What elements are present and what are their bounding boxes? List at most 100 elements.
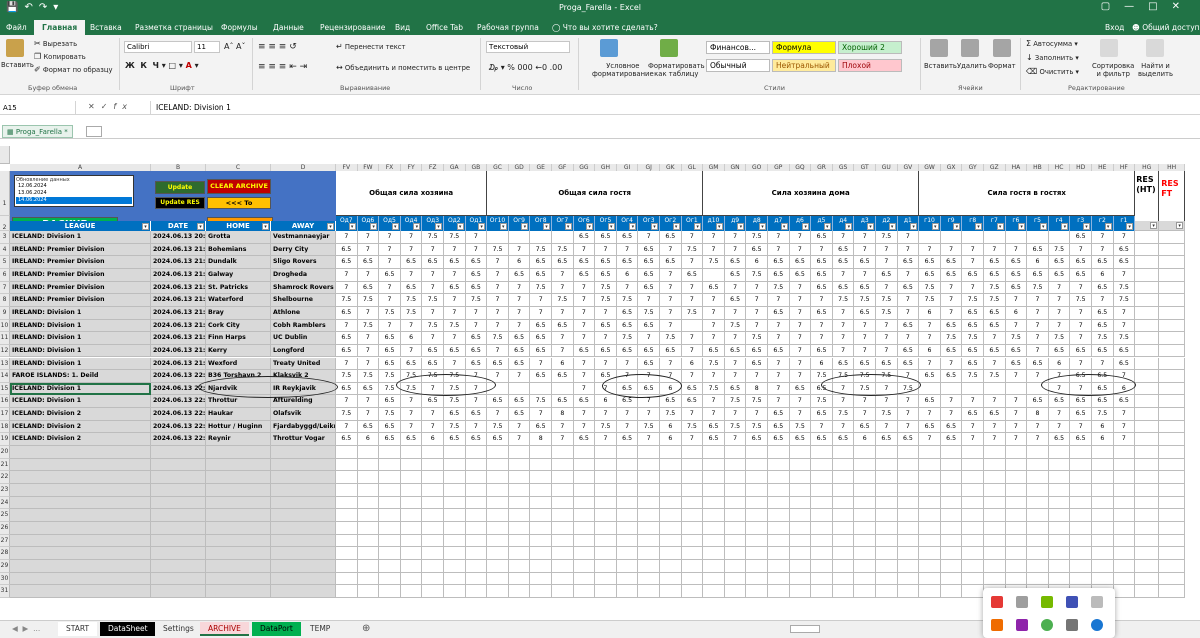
cell-home[interactable]: Grotta: [206, 231, 271, 244]
cell-value[interactable]: 7: [357, 357, 380, 371]
filter-dropdown-icon[interactable]: ▾: [197, 223, 204, 230]
empty-cell[interactable]: [724, 496, 747, 510]
cell-value[interactable]: 7: [962, 433, 984, 447]
update-date-list[interactable]: Обновление данных 12.06.2024 13.06.2024 14.…: [14, 175, 134, 207]
filter-dropdown-icon[interactable]: ▾: [348, 223, 356, 230]
column-subheader[interactable]: Од5 ▾: [379, 216, 401, 231]
cell-value[interactable]: 6.5: [1027, 395, 1049, 409]
empty-cell[interactable]: [151, 572, 206, 586]
cell-result[interactable]: [1135, 281, 1160, 295]
cell-value[interactable]: 7.5: [444, 420, 466, 434]
cell-value[interactable]: 7: [940, 408, 963, 421]
column-subheader[interactable]: Од7 ▾: [336, 216, 358, 231]
cell-value[interactable]: 6.5: [595, 344, 617, 358]
cell-value[interactable]: 7: [940, 281, 963, 295]
cell-date[interactable]: 2024.06.13 20:30: [151, 231, 206, 244]
empty-cell[interactable]: [832, 585, 855, 598]
empty-cell[interactable]: [595, 446, 617, 459]
column-header[interactable]: GT: [854, 164, 876, 171]
cell-value[interactable]: 7: [811, 420, 833, 434]
empty-cell[interactable]: [919, 534, 941, 548]
cell-value[interactable]: 6.5: [357, 256, 380, 269]
empty-cell[interactable]: [1135, 559, 1160, 573]
row-header[interactable]: 25: [0, 509, 10, 522]
empty-cell[interactable]: [811, 446, 833, 459]
cell-date[interactable]: 2024.06.13 21:45: [151, 281, 206, 295]
format-cells-button[interactable]: Формат: [988, 62, 1016, 70]
cell-value[interactable]: 7: [681, 231, 704, 244]
empty-cell[interactable]: [10, 496, 151, 510]
cell-value[interactable]: 7.5: [400, 294, 423, 307]
cell-value[interactable]: 7: [724, 231, 747, 244]
empty-cell[interactable]: [681, 509, 704, 522]
cell-value[interactable]: 7: [681, 294, 704, 307]
cell-value[interactable]: 7: [660, 294, 682, 307]
empty-cell[interactable]: [465, 521, 488, 535]
cell-value[interactable]: 7: [1027, 344, 1049, 358]
empty-cell[interactable]: [595, 572, 617, 586]
cell-value[interactable]: 6.5: [854, 281, 876, 295]
cell-value[interactable]: 7: [422, 281, 444, 295]
cell-date[interactable]: 2024.06.13 22:15: [151, 420, 206, 434]
empty-cell[interactable]: [746, 585, 768, 598]
cell-value[interactable]: 6.5: [1027, 268, 1049, 282]
cell-value[interactable]: 7: [854, 268, 876, 282]
cell-result[interactable]: [1159, 408, 1186, 421]
empty-cell[interactable]: [1048, 521, 1071, 535]
cell-value[interactable]: 7: [530, 408, 552, 421]
cell-value[interactable]: 6.5: [379, 268, 401, 282]
cell-value[interactable]: 7: [832, 420, 855, 434]
cell-value[interactable]: 6.5: [1027, 357, 1049, 371]
empty-cell[interactable]: [10, 521, 151, 535]
cell-value[interactable]: 7.5: [919, 294, 941, 307]
add-sheet-button[interactable]: ⊕: [354, 622, 378, 636]
cell-value[interactable]: 7: [984, 332, 1006, 345]
cell-league[interactable]: IRELAND: Premier Division: [10, 243, 151, 257]
cell-value[interactable]: 7: [465, 306, 488, 320]
cell-value[interactable]: 7: [487, 281, 509, 295]
cell-value[interactable]: 6.5: [487, 433, 509, 447]
empty-cell[interactable]: [400, 509, 423, 522]
cell-value[interactable]: 6.5: [1048, 344, 1071, 358]
empty-cell[interactable]: [746, 496, 768, 510]
empty-cell[interactable]: [487, 521, 509, 535]
style-formula[interactable]: Формула: [772, 41, 836, 54]
cell-value[interactable]: 7: [746, 319, 768, 333]
cell-value[interactable]: 6: [919, 306, 941, 320]
cell-home[interactable]: Hottur / Huginn: [206, 420, 271, 434]
empty-cell[interactable]: [703, 471, 725, 484]
empty-cell[interactable]: [379, 572, 401, 586]
column-header[interactable]: GK: [660, 164, 682, 171]
empty-cell[interactable]: [984, 446, 1006, 459]
cell-away[interactable]: Throttur Vogar: [271, 433, 336, 447]
column-header[interactable]: GQ: [789, 164, 812, 171]
filter-dropdown-icon[interactable]: ▾: [1150, 222, 1158, 229]
cell-value[interactable]: 7: [616, 408, 639, 421]
column-subheader[interactable]: Ог4 ▾: [616, 216, 639, 231]
empty-cell[interactable]: [746, 509, 768, 522]
formula-input[interactable]: ICELAND: Division 1: [150, 101, 1190, 115]
empty-cell[interactable]: [1135, 446, 1160, 459]
cell-value[interactable]: 6.5: [724, 344, 747, 358]
cell-value[interactable]: 7: [854, 319, 876, 333]
empty-cell[interactable]: [789, 496, 812, 510]
cell-value[interactable]: 7: [854, 243, 876, 257]
clear-button[interactable]: ⌫ Очистить ▾: [1026, 67, 1079, 76]
cell-value[interactable]: 7: [465, 420, 488, 434]
empty-cell[interactable]: [400, 534, 423, 548]
empty-cell[interactable]: [1159, 509, 1186, 522]
cell-value[interactable]: 7: [1113, 306, 1136, 320]
cell-league[interactable]: FAROE ISLANDS: 1. Deild: [10, 370, 151, 383]
column-subheader[interactable]: Од1 ▾: [465, 216, 488, 231]
cell-value[interactable]: 6.5: [897, 319, 920, 333]
column-header[interactable]: GU: [876, 164, 898, 171]
cell-value[interactable]: 7: [703, 319, 725, 333]
column-header[interactable]: GR: [811, 164, 833, 171]
cell-result[interactable]: [1159, 268, 1186, 282]
cell-value[interactable]: 7: [724, 281, 747, 295]
column-header[interactable]: HA: [1005, 164, 1028, 171]
cell-value[interactable]: 7.5: [336, 408, 358, 421]
empty-cell[interactable]: [940, 446, 963, 459]
cell-value[interactable]: 6.5: [422, 395, 444, 409]
empty-cell[interactable]: [789, 484, 812, 497]
